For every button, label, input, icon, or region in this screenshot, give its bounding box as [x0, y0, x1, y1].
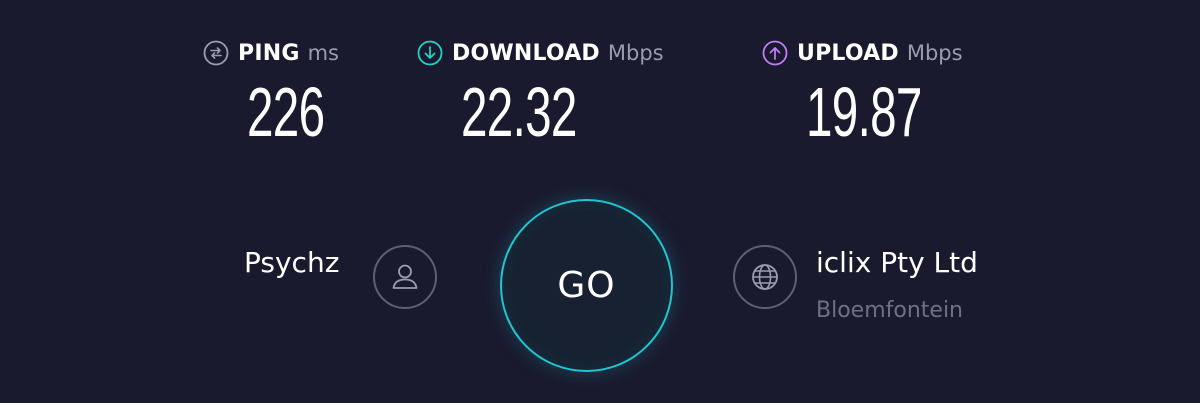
go-label: GO	[557, 265, 616, 306]
globe-icon[interactable]	[733, 245, 797, 309]
upload-unit: Mbps	[906, 41, 963, 65]
upload-arrow-icon	[762, 40, 788, 66]
ping-icon	[203, 40, 229, 66]
upload-label: UPLOAD	[797, 40, 899, 66]
ping-label: PING	[238, 40, 300, 66]
ping-header: PING ms	[203, 38, 339, 68]
isp-name[interactable]: iclix Pty Ltd	[816, 246, 978, 279]
ping-unit: ms	[307, 41, 339, 65]
download-arrow-icon	[417, 40, 443, 66]
ping-value: 226	[247, 73, 325, 151]
go-button[interactable]: GO	[500, 199, 673, 372]
upload-header: UPLOAD Mbps	[762, 38, 963, 68]
upload-value: 19.87	[806, 73, 922, 151]
download-label: DOWNLOAD	[452, 40, 600, 66]
download-header: DOWNLOAD Mbps	[417, 38, 664, 68]
user-icon[interactable]	[373, 245, 437, 309]
isp-location: Bloemfontein	[816, 298, 963, 323]
host-name[interactable]: Psychz	[244, 246, 339, 279]
download-value: 22.32	[461, 73, 577, 151]
download-unit: Mbps	[607, 41, 664, 65]
speedtest-panel: PING ms 226 DOWNLOAD Mbps 22.32 UPLOAD M…	[0, 0, 1200, 403]
